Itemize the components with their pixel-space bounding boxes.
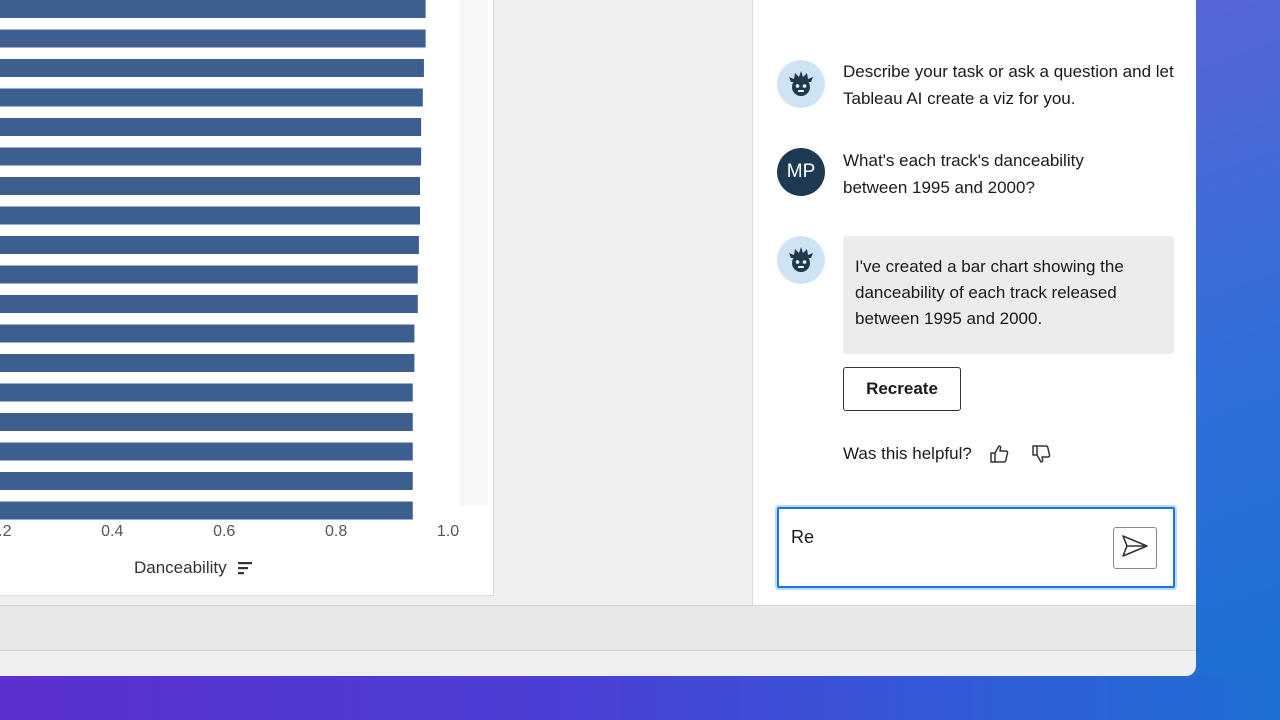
bar-16[interactable] bbox=[0, 472, 413, 490]
recreate-button[interactable]: Recreate bbox=[843, 367, 961, 411]
bar-6[interactable] bbox=[0, 177, 421, 195]
bar-0[interactable] bbox=[0, 0, 426, 18]
bar-10[interactable] bbox=[0, 295, 418, 313]
sort-descending-icon[interactable] bbox=[237, 560, 253, 576]
bar-8[interactable] bbox=[0, 236, 419, 254]
thumbs-down-icon[interactable] bbox=[1030, 443, 1052, 465]
thumbs-up-icon[interactable] bbox=[988, 443, 1010, 465]
canvas-empty-area bbox=[495, 0, 752, 605]
ai-response-bubble: I've created a bar chart showing the dan… bbox=[843, 236, 1174, 354]
bar-12[interactable] bbox=[0, 354, 415, 372]
x-tick-label: 1.0 bbox=[437, 523, 459, 540]
desktop-background-strip bbox=[0, 676, 1280, 720]
chat-input-box[interactable] bbox=[777, 507, 1175, 588]
chat-input[interactable] bbox=[791, 525, 1091, 549]
bar-1[interactable] bbox=[0, 29, 426, 48]
x-axis-title[interactable]: Danceability bbox=[134, 558, 253, 578]
bar-chart: 0.2 0.4 0.6 0.8 1.0 bbox=[0, 0, 459, 540]
bar-15[interactable] bbox=[0, 442, 413, 461]
x-axis-label: Danceability bbox=[134, 558, 227, 577]
tableau-ai-panel: Describe your task or ask a question and… bbox=[752, 0, 1196, 605]
status-bar bbox=[0, 605, 1196, 651]
bar-4[interactable] bbox=[0, 118, 422, 136]
bar-11[interactable] bbox=[0, 324, 415, 343]
x-tick-label: 0.6 bbox=[213, 523, 235, 540]
bar-3[interactable] bbox=[0, 88, 423, 107]
bar-2[interactable] bbox=[0, 59, 424, 77]
tableau-ai-mascot-icon bbox=[777, 236, 825, 284]
x-tick-label: 0.4 bbox=[101, 523, 123, 540]
bar-9[interactable] bbox=[0, 265, 418, 284]
helpful-prompt: Was this helpful? bbox=[843, 444, 972, 463]
ai-intro-message: Describe your task or ask a question and… bbox=[843, 62, 1174, 108]
send-icon bbox=[1121, 534, 1149, 562]
bar-17[interactable] bbox=[0, 501, 413, 520]
chart-panel: 0.2 0.4 0.6 0.8 1.0 Danceability bbox=[0, 0, 494, 596]
send-button[interactable] bbox=[1113, 527, 1157, 569]
tableau-app-window: 0.20.40.60.81.0 Danceability Descr bbox=[0, 0, 1196, 676]
bar-13[interactable] bbox=[0, 383, 413, 402]
bar-5[interactable] bbox=[0, 147, 422, 166]
user-avatar: MP bbox=[777, 148, 825, 196]
tableau-ai-mascot-icon bbox=[777, 60, 825, 108]
bar-7[interactable] bbox=[0, 206, 421, 225]
x-tick-label: 0.2 bbox=[0, 523, 12, 540]
user-question-message: What's each track's danceability between… bbox=[843, 151, 1084, 197]
bar-14[interactable] bbox=[0, 413, 413, 431]
feedback-row: Was this helpful? bbox=[843, 440, 1052, 468]
x-tick-label: 0.8 bbox=[325, 523, 347, 540]
